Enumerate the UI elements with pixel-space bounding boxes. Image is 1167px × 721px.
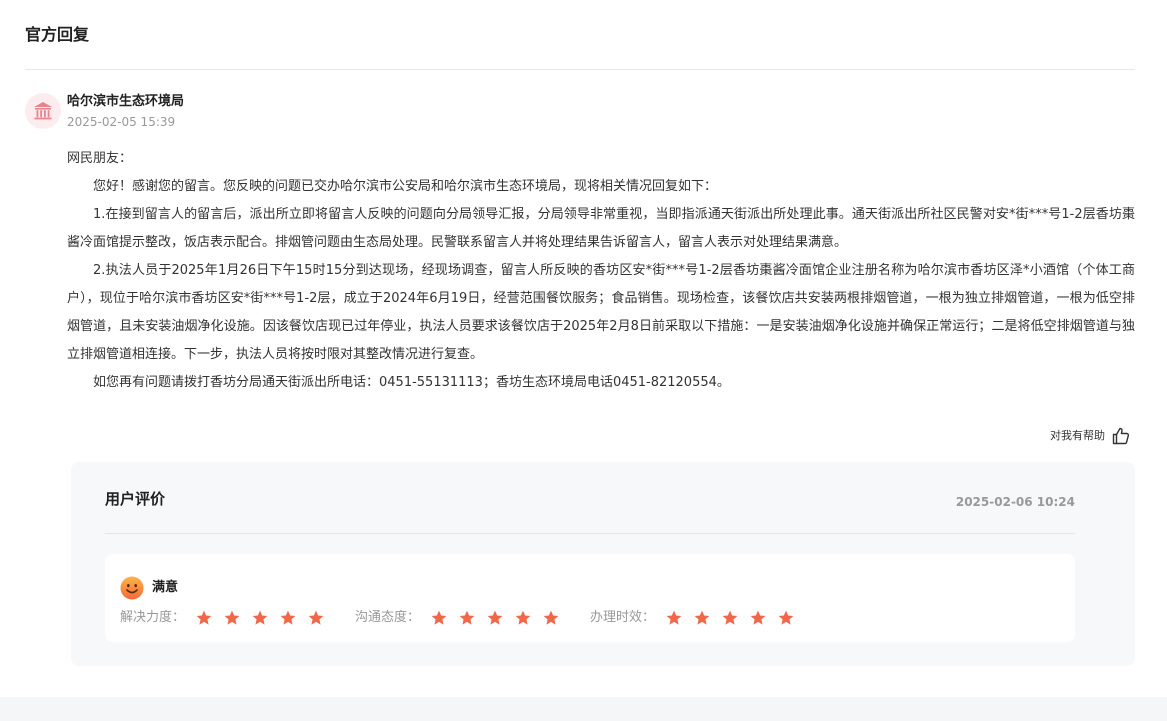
rating-label: 办理时效： [590,610,656,625]
star-icon [431,610,447,625]
reply-paragraph: 2.执法人员于2025年1月26日下午15时15分到达现场，经现场调查，留言人所… [67,263,1135,362]
reply-salutation: 网民朋友： [67,151,133,166]
star-rating [195,609,325,627]
helpful-label: 对我有帮助 [1050,429,1105,442]
reply-paragraph: 1.在接到留言人的留言后，派出所立即将留言人反映的问题向分局领导汇报，分局领导非… [67,207,1135,250]
org-name: 哈尔滨市生态环境局 [67,94,185,109]
reply-paragraph: 如您再有问题请拨打香坊分局通天街派出所电话：0451-55131113；香坊生态… [93,375,730,390]
star-icon [252,610,268,625]
rating-resolution: 解决力度： [120,609,325,627]
star-icon [308,610,324,625]
user-evaluation-card: 用户评价 2025-02-06 10:24 满意 解决力度： 沟通态度： 办理时… [71,462,1135,666]
rating-label: 解决力度： [120,610,186,625]
star-icon [694,610,710,625]
star-icon [722,610,738,625]
government-building-icon-svg [34,102,52,120]
rating-communication: 沟通态度： [355,609,560,627]
star-icon [280,610,296,625]
evaluation-detail: 满意 解决力度： 沟通态度： 办理时效： [105,554,1075,642]
smiley-face-icon [120,576,144,600]
star-icon [224,610,240,625]
rating-label: 沟通态度： [355,610,421,625]
star-icon [778,610,794,625]
star-rating [430,609,560,627]
official-reply-panel: 官方回复 哈尔滨市生态环境局 2025-02-05 15:39 网民朋友： 您好… [0,0,1167,697]
star-icon [750,610,766,625]
section-title: 官方回复 [25,25,90,44]
reply-paragraph: 您好！感谢您的留言。您反映的问题已交办哈尔滨市公安局和哈尔滨市生态环境局，现将相… [93,179,718,194]
reply-timestamp: 2025-02-05 15:39 [67,115,176,129]
star-icon [459,610,475,625]
section-divider [25,69,1135,70]
rating-list: 解决力度： 沟通态度： 办理时效： [120,609,795,627]
star-icon [515,610,531,625]
star-icon [487,610,503,625]
rating-timeliness: 办理时效： [590,609,795,627]
reply-content: 网民朋友： 您好！感谢您的留言。您反映的问题已交办哈尔滨市公安局和哈尔滨市生态环… [67,145,1135,397]
star-rating [665,609,795,627]
star-icon [543,610,559,625]
evaluation-timestamp: 2025-02-06 10:24 [955,495,1075,509]
satisfaction-label: 满意 [152,580,179,595]
thumbs-up-icon [1112,427,1130,445]
star-icon [666,610,682,625]
government-building-icon [25,93,61,129]
helpful-button[interactable]: 对我有帮助 [1050,426,1131,446]
evaluation-divider [105,533,1075,534]
evaluation-title: 用户评价 [105,490,166,508]
star-icon [196,610,212,625]
